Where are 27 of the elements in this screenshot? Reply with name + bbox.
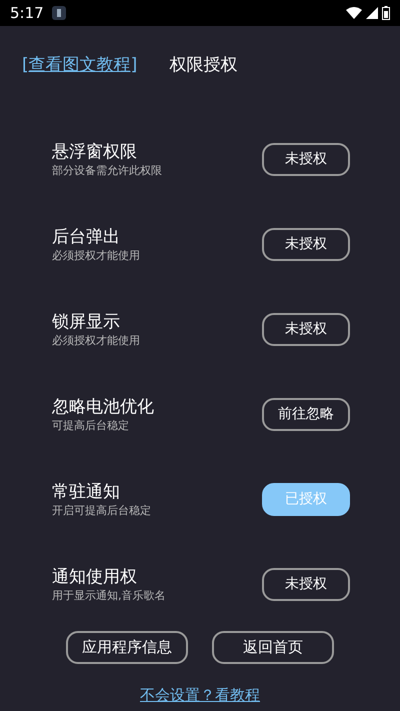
permission-button[interactable]: 未授权 bbox=[262, 228, 350, 261]
permission-description: 可提高后台稳定 bbox=[52, 418, 130, 433]
permission-button[interactable]: 前往忽略 bbox=[262, 398, 350, 431]
permission-description: 用于显示通知,音乐歌名 bbox=[52, 588, 166, 603]
app-notification-icon bbox=[52, 6, 66, 20]
permission-button[interactable]: 未授权 bbox=[262, 568, 350, 601]
permission-description: 必须授权才能使用 bbox=[52, 333, 140, 348]
help-link[interactable]: 不会设置？看教程 bbox=[140, 686, 260, 704]
permission-description: 必须授权才能使用 bbox=[52, 248, 140, 263]
permission-title: 后台弹出 bbox=[52, 226, 121, 248]
battery-icon bbox=[382, 6, 390, 20]
permission-button[interactable]: 未授权 bbox=[262, 313, 350, 346]
action-button[interactable]: 应用程序信息 bbox=[66, 631, 188, 664]
page-title: 权限授权 bbox=[169, 54, 238, 78]
permission-description: 部分设备需允许此权限 bbox=[52, 163, 162, 178]
permission-button[interactable]: 未授权 bbox=[262, 143, 350, 176]
action-button[interactable]: 返回首页 bbox=[212, 631, 334, 664]
signal-icon bbox=[366, 7, 378, 19]
permission-description: 开启可提高后台稳定 bbox=[52, 503, 151, 518]
permission-title: 锁屏显示 bbox=[52, 311, 121, 333]
permission-title: 常驻通知 bbox=[52, 481, 121, 503]
permission-title: 忽略电池优化 bbox=[52, 396, 154, 418]
wifi-icon bbox=[346, 7, 362, 19]
permission-title: 通知使用权 bbox=[52, 566, 138, 588]
tutorial-link[interactable]: [查看图文教程] bbox=[22, 53, 138, 79]
permission-title: 悬浮窗权限 bbox=[52, 141, 138, 163]
status-time: 5:17 bbox=[10, 2, 44, 24]
